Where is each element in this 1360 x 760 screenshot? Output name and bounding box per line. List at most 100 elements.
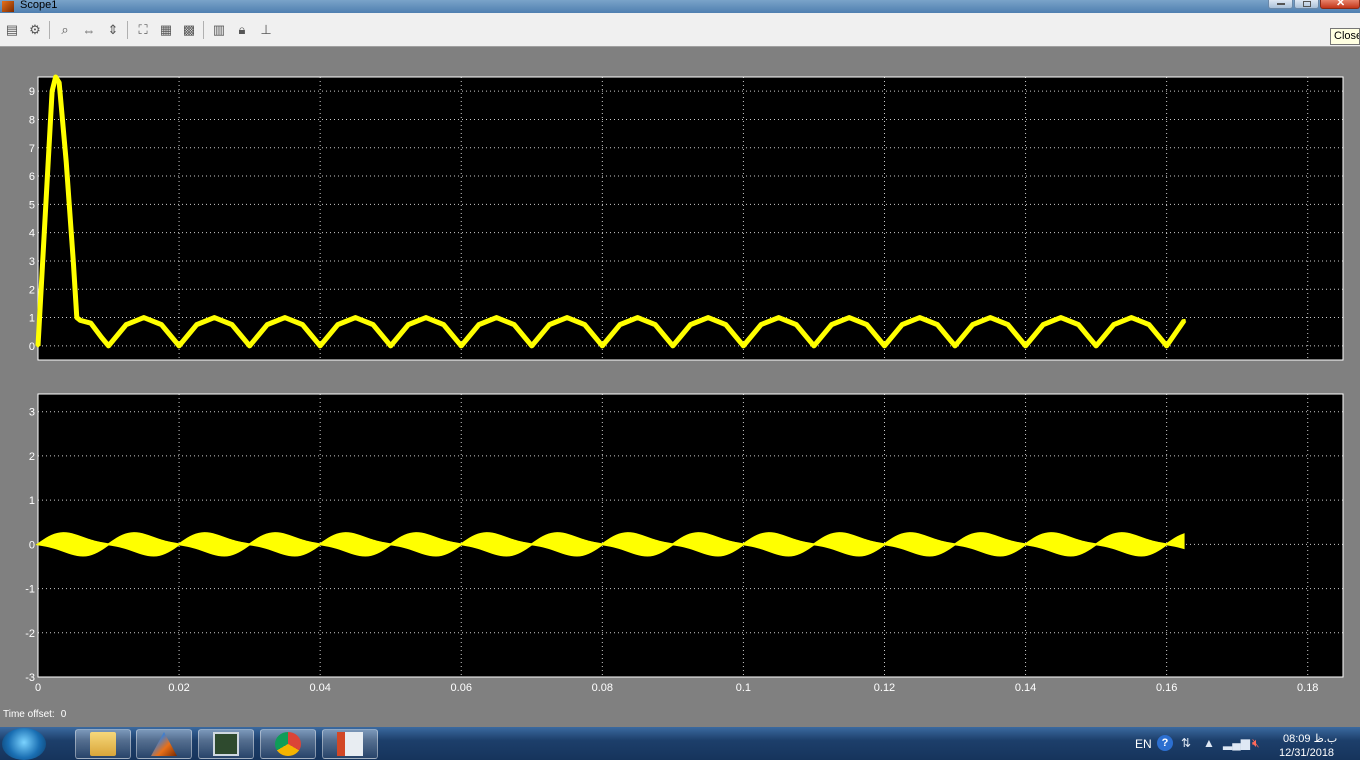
signal-point bbox=[1112, 323, 1116, 327]
office-icon bbox=[337, 732, 363, 756]
signal-point bbox=[830, 323, 834, 327]
signal-point bbox=[142, 316, 146, 320]
y-tick-label: 4 bbox=[29, 228, 35, 240]
minimize-button[interactable] bbox=[1268, 0, 1293, 9]
y-tick-label: 3 bbox=[29, 407, 35, 419]
signal-point bbox=[442, 323, 446, 327]
zoom-x-icon[interactable]: ⇔ bbox=[80, 21, 98, 39]
time-offset: Time offset: 0 bbox=[3, 709, 66, 720]
signal-point bbox=[248, 344, 252, 348]
print-icon[interactable]: ▤ bbox=[3, 21, 21, 39]
close-tooltip: Close bbox=[1330, 28, 1360, 45]
signal-point bbox=[918, 316, 922, 320]
zoom-y-icon[interactable]: ⇕ bbox=[104, 21, 122, 39]
signal-point bbox=[230, 323, 234, 327]
taskbar-app-simulink[interactable] bbox=[198, 729, 254, 759]
maximize-button[interactable] bbox=[1294, 0, 1319, 9]
title-bar: Scope1 ✕ bbox=[0, 0, 1360, 13]
signal-point bbox=[43, 217, 47, 220]
y-tick-label: 2 bbox=[29, 451, 35, 463]
zoom-icon[interactable]: ⌕ bbox=[56, 21, 74, 39]
x-tick-label: 0.02 bbox=[168, 682, 189, 694]
signal-point bbox=[89, 321, 93, 325]
signal-point bbox=[64, 160, 68, 164]
y-tick-label: -1 bbox=[25, 584, 35, 596]
scope-toolbar: ▤ ⚙ ⌕ ⇔ ⇕ ⛶ ▦ ▩ ▥ 🔒︎ ⊥ bbox=[0, 13, 1360, 47]
taskbar-app-explorer[interactable] bbox=[75, 729, 131, 759]
clock-time[interactable]: 08:09 ب.ظ bbox=[1283, 732, 1337, 745]
signal-point bbox=[336, 323, 340, 327]
signal-point bbox=[759, 323, 763, 327]
signal-point bbox=[777, 316, 781, 320]
signal-point bbox=[583, 323, 587, 327]
x-tick-label: 0.14 bbox=[1015, 682, 1036, 694]
signal-point bbox=[1182, 318, 1186, 322]
tray-app-icon[interactable]: ⇅ bbox=[1181, 736, 1191, 750]
y-tick-label: 0 bbox=[29, 341, 35, 353]
signal-point bbox=[177, 344, 181, 348]
parameters-icon[interactable]: ⚙ bbox=[26, 21, 44, 39]
signal-point bbox=[600, 344, 604, 348]
close-icon: ✕ bbox=[1336, 0, 1346, 9]
close-button[interactable]: ✕ bbox=[1320, 0, 1360, 9]
volume-muted-icon[interactable]: 🔇︎ bbox=[1252, 736, 1260, 751]
scope-plots[interactable]: 0 1 2 3 4 5 6 7 8 9 0 0.02 0.04 0.06 0.08 0.1 0.12 0.14 0.… bbox=[0, 47, 1360, 727]
floating-scope-icon[interactable]: ▥ bbox=[210, 21, 228, 39]
signal-point bbox=[477, 323, 481, 327]
restore-axes-icon[interactable]: ▩ bbox=[180, 21, 198, 39]
signal-point bbox=[495, 316, 499, 320]
signal-point bbox=[57, 81, 61, 85]
signal-point bbox=[1094, 344, 1098, 348]
signal-point bbox=[99, 335, 103, 339]
signal-point bbox=[618, 323, 622, 327]
signal-point bbox=[283, 316, 287, 320]
signal-point bbox=[1041, 323, 1045, 327]
y-tick-label: 1 bbox=[29, 495, 35, 507]
signal-point bbox=[812, 344, 816, 348]
y-tick-label: -3 bbox=[25, 672, 35, 684]
minimize-icon bbox=[1277, 3, 1285, 5]
scope-figure: 0 1 2 3 4 5 6 7 8 9 0 0.02 0.04 0.06 0.08 0.1 0.12 0.14 0.… bbox=[0, 47, 1360, 727]
matlab-icon bbox=[151, 732, 177, 756]
autoscale-icon[interactable]: ⛶ bbox=[134, 21, 152, 39]
help-icon[interactable]: ? bbox=[1157, 735, 1173, 751]
y-tick-label: 6 bbox=[29, 171, 35, 183]
save-axes-icon[interactable]: ▦ bbox=[157, 21, 175, 39]
x-tick-label: 0.16 bbox=[1156, 682, 1177, 694]
window-title: Scope1 bbox=[20, 0, 58, 11]
signal-point bbox=[1006, 323, 1010, 327]
signal-point bbox=[371, 323, 375, 327]
signal-point bbox=[78, 318, 82, 322]
signal-point bbox=[636, 316, 640, 320]
taskbar-app-matlab[interactable] bbox=[136, 729, 192, 759]
signal-point bbox=[671, 344, 675, 348]
signal-point bbox=[54, 75, 58, 79]
signal-point bbox=[71, 259, 75, 263]
y-tick-label: 3 bbox=[29, 256, 35, 268]
lock-axes-icon[interactable]: 🔒︎ bbox=[233, 21, 251, 39]
signal-point bbox=[971, 323, 975, 327]
toolbar-separator bbox=[49, 21, 50, 39]
network-icon[interactable]: ▂▄▆ bbox=[1223, 736, 1250, 750]
taskbar-app-office[interactable] bbox=[322, 729, 378, 759]
signal-point bbox=[301, 323, 305, 327]
time-offset-value: 0 bbox=[60, 709, 67, 720]
y-tick-label: 9 bbox=[29, 86, 35, 98]
clock-date[interactable]: 12/31/2018 bbox=[1279, 747, 1334, 759]
x-tick-label: 0.1 bbox=[736, 682, 751, 694]
signal-point bbox=[459, 344, 463, 348]
show-hidden-icons-icon[interactable]: ▲ bbox=[1203, 736, 1215, 750]
signal-point bbox=[195, 323, 199, 327]
signal-point bbox=[547, 323, 551, 327]
time-offset-label: Time offset: bbox=[3, 709, 55, 720]
y-tick-label: 5 bbox=[29, 199, 35, 211]
taskbar-app-chrome[interactable] bbox=[260, 729, 316, 759]
signal-point bbox=[212, 316, 216, 320]
x-tick-label: 0.18 bbox=[1297, 682, 1318, 694]
start-button[interactable] bbox=[2, 728, 46, 760]
signal-point bbox=[124, 323, 128, 327]
language-indicator[interactable]: EN bbox=[1135, 737, 1152, 751]
signal-selector-icon[interactable]: ⊥ bbox=[257, 21, 275, 39]
signal-point bbox=[653, 323, 657, 327]
signal-point bbox=[900, 323, 904, 327]
